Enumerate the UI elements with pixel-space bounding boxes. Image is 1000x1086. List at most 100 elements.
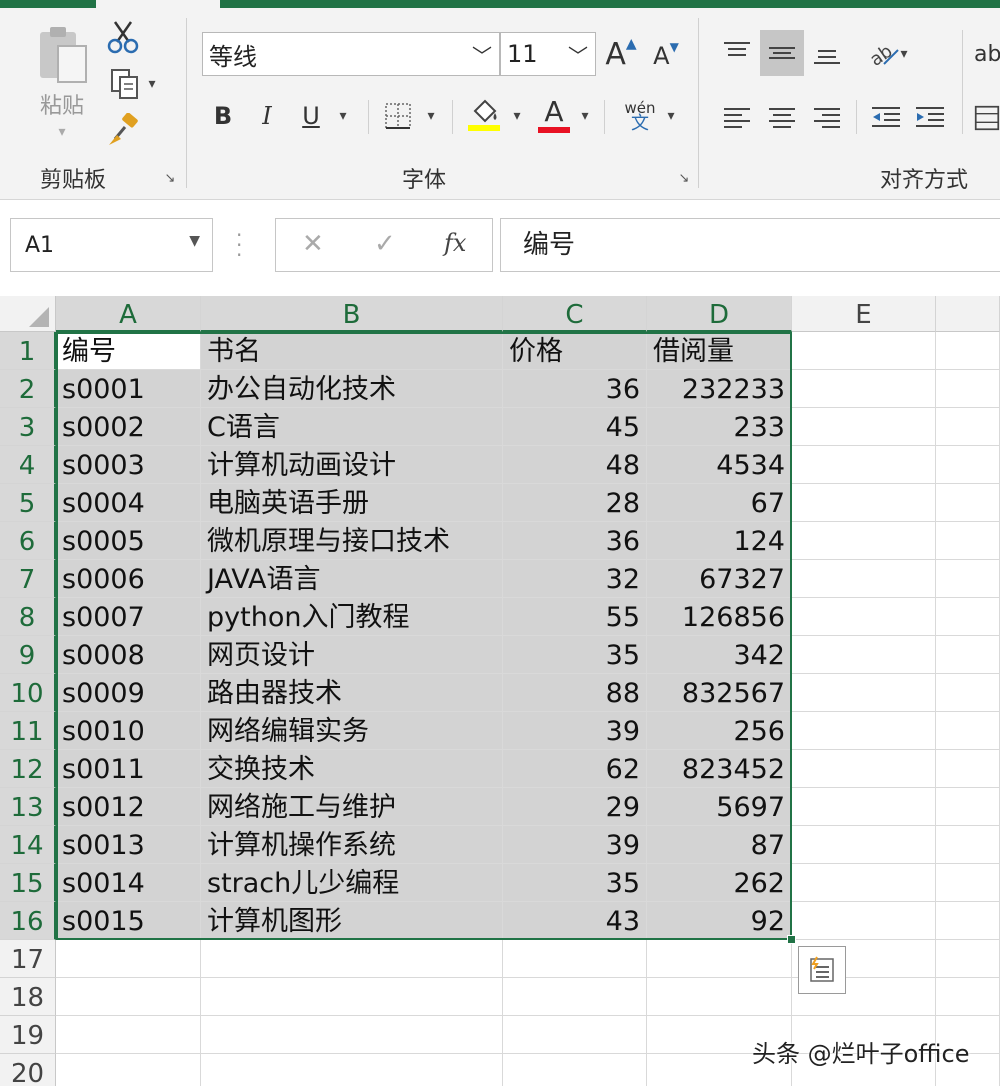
insert-function-icon[interactable]: fx: [444, 229, 466, 257]
font-dialog-launcher-icon[interactable]: ↘: [676, 170, 692, 186]
table-cell[interactable]: 232233: [647, 370, 792, 408]
row-header-2[interactable]: 2: [0, 370, 56, 408]
wrap-text-button[interactable]: ab: [974, 32, 1000, 76]
table-cell[interactable]: 92: [647, 902, 792, 940]
row-header-14[interactable]: 14: [0, 826, 56, 864]
table-cell[interactable]: 124: [647, 522, 792, 560]
empty-cell[interactable]: [936, 522, 1000, 560]
table-cell[interactable]: 88: [503, 674, 647, 712]
row-header-20[interactable]: 20: [0, 1054, 56, 1086]
paste-button[interactable]: 粘贴 ▾: [26, 24, 98, 144]
table-cell[interactable]: 28: [503, 484, 647, 522]
row-header-1[interactable]: 1: [0, 332, 56, 370]
table-cell[interactable]: s0002: [56, 408, 201, 446]
table-cell[interactable]: 29: [503, 788, 647, 826]
align-left-button[interactable]: [716, 98, 758, 138]
worksheet-grid[interactable]: ABCDE 1 2 3 4 5 6 7 8 9 10 11 12 13 14 15 16 17 18 19 20 编号…: [0, 296, 1000, 1086]
empty-cell[interactable]: [936, 560, 1000, 598]
row-header-16[interactable]: 16: [0, 902, 56, 940]
empty-cell[interactable]: [201, 940, 503, 978]
empty-cell[interactable]: [936, 978, 1000, 1016]
font-color-button[interactable]: A: [534, 94, 574, 136]
empty-cell[interactable]: [792, 408, 936, 446]
table-cell[interactable]: 39: [503, 826, 647, 864]
table-cell[interactable]: strach儿少编程: [201, 864, 503, 902]
row-header-10[interactable]: 10: [0, 674, 56, 712]
align-top-button[interactable]: [716, 30, 758, 74]
table-cell[interactable]: 计算机动画设计: [201, 446, 503, 484]
font-size-dropdown-icon[interactable]: ﹀: [561, 40, 595, 69]
italic-button[interactable]: I: [250, 98, 284, 134]
empty-cell[interactable]: [792, 750, 936, 788]
underline-button[interactable]: U: [294, 98, 328, 134]
name-box-dropdown-icon[interactable]: ▼: [189, 233, 200, 249]
borders-button[interactable]: [380, 98, 416, 134]
empty-cell[interactable]: [936, 636, 1000, 674]
row-header-5[interactable]: 5: [0, 484, 56, 522]
empty-cell[interactable]: [936, 370, 1000, 408]
enter-icon[interactable]: ✓: [374, 229, 396, 259]
table-cell[interactable]: 832567: [647, 674, 792, 712]
fill-color-dropdown-icon[interactable]: ▾: [508, 104, 526, 128]
cancel-icon[interactable]: ✕: [302, 229, 324, 259]
table-cell[interactable]: 48: [503, 446, 647, 484]
table-cell[interactable]: 87: [647, 826, 792, 864]
table-cell[interactable]: s0008: [56, 636, 201, 674]
empty-cell[interactable]: [201, 1016, 503, 1054]
table-cell[interactable]: s0001: [56, 370, 201, 408]
shrink-font-button[interactable]: A ▼: [650, 38, 682, 74]
orientation-button[interactable]: ab ▾: [866, 34, 910, 74]
empty-cell[interactable]: [503, 940, 647, 978]
empty-cell[interactable]: [792, 674, 936, 712]
table-cell[interactable]: 43: [503, 902, 647, 940]
table-cell[interactable]: 计算机操作系统: [201, 826, 503, 864]
table-cell[interactable]: s0009: [56, 674, 201, 712]
clipboard-dialog-launcher-icon[interactable]: ↘: [162, 170, 178, 186]
table-cell[interactable]: 45: [503, 408, 647, 446]
formula-input[interactable]: 编号: [500, 218, 1000, 272]
table-cell[interactable]: python入门教程: [201, 598, 503, 636]
empty-cell[interactable]: [936, 712, 1000, 750]
column-header-b[interactable]: B: [201, 296, 503, 332]
row-header-8[interactable]: 8: [0, 598, 56, 636]
font-name-combo[interactable]: 等线 ﹀: [202, 32, 500, 76]
table-cell[interactable]: 网络施工与维护: [201, 788, 503, 826]
decrease-indent-button[interactable]: [866, 98, 906, 138]
empty-cell[interactable]: [792, 636, 936, 674]
row-header-9[interactable]: 9: [0, 636, 56, 674]
font-color-dropdown-icon[interactable]: ▾: [576, 104, 594, 128]
header-cell[interactable]: 编号: [56, 332, 201, 370]
empty-cell[interactable]: [647, 940, 792, 978]
empty-cell[interactable]: [503, 1016, 647, 1054]
header-cell[interactable]: 价格: [503, 332, 647, 370]
table-cell[interactable]: s0012: [56, 788, 201, 826]
quick-analysis-button[interactable]: [798, 946, 846, 994]
table-cell[interactable]: 办公自动化技术: [201, 370, 503, 408]
empty-cell[interactable]: [201, 1054, 503, 1086]
table-cell[interactable]: 36: [503, 522, 647, 560]
empty-cell[interactable]: [792, 332, 936, 370]
empty-cell[interactable]: [792, 560, 936, 598]
table-cell[interactable]: 32: [503, 560, 647, 598]
font-size-combo[interactable]: 11 ﹀: [500, 32, 596, 76]
empty-cell[interactable]: [792, 446, 936, 484]
table-cell[interactable]: 262: [647, 864, 792, 902]
row-header-19[interactable]: 19: [0, 1016, 56, 1054]
table-cell[interactable]: s0015: [56, 902, 201, 940]
empty-cell[interactable]: [936, 446, 1000, 484]
table-cell[interactable]: 62: [503, 750, 647, 788]
table-cell[interactable]: 交换技术: [201, 750, 503, 788]
phonetic-guide-button[interactable]: wén 文: [618, 96, 662, 136]
fill-handle[interactable]: [787, 935, 796, 944]
empty-cell[interactable]: [56, 940, 201, 978]
paste-dropdown-icon[interactable]: ▾: [58, 124, 65, 140]
empty-cell[interactable]: [792, 522, 936, 560]
table-cell[interactable]: s0013: [56, 826, 201, 864]
merge-center-button[interactable]: [974, 98, 1000, 138]
row-header-12[interactable]: 12: [0, 750, 56, 788]
table-cell[interactable]: 35: [503, 636, 647, 674]
row-header-17[interactable]: 17: [0, 940, 56, 978]
align-bottom-button[interactable]: [806, 30, 848, 74]
table-cell[interactable]: 55: [503, 598, 647, 636]
row-header-18[interactable]: 18: [0, 978, 56, 1016]
